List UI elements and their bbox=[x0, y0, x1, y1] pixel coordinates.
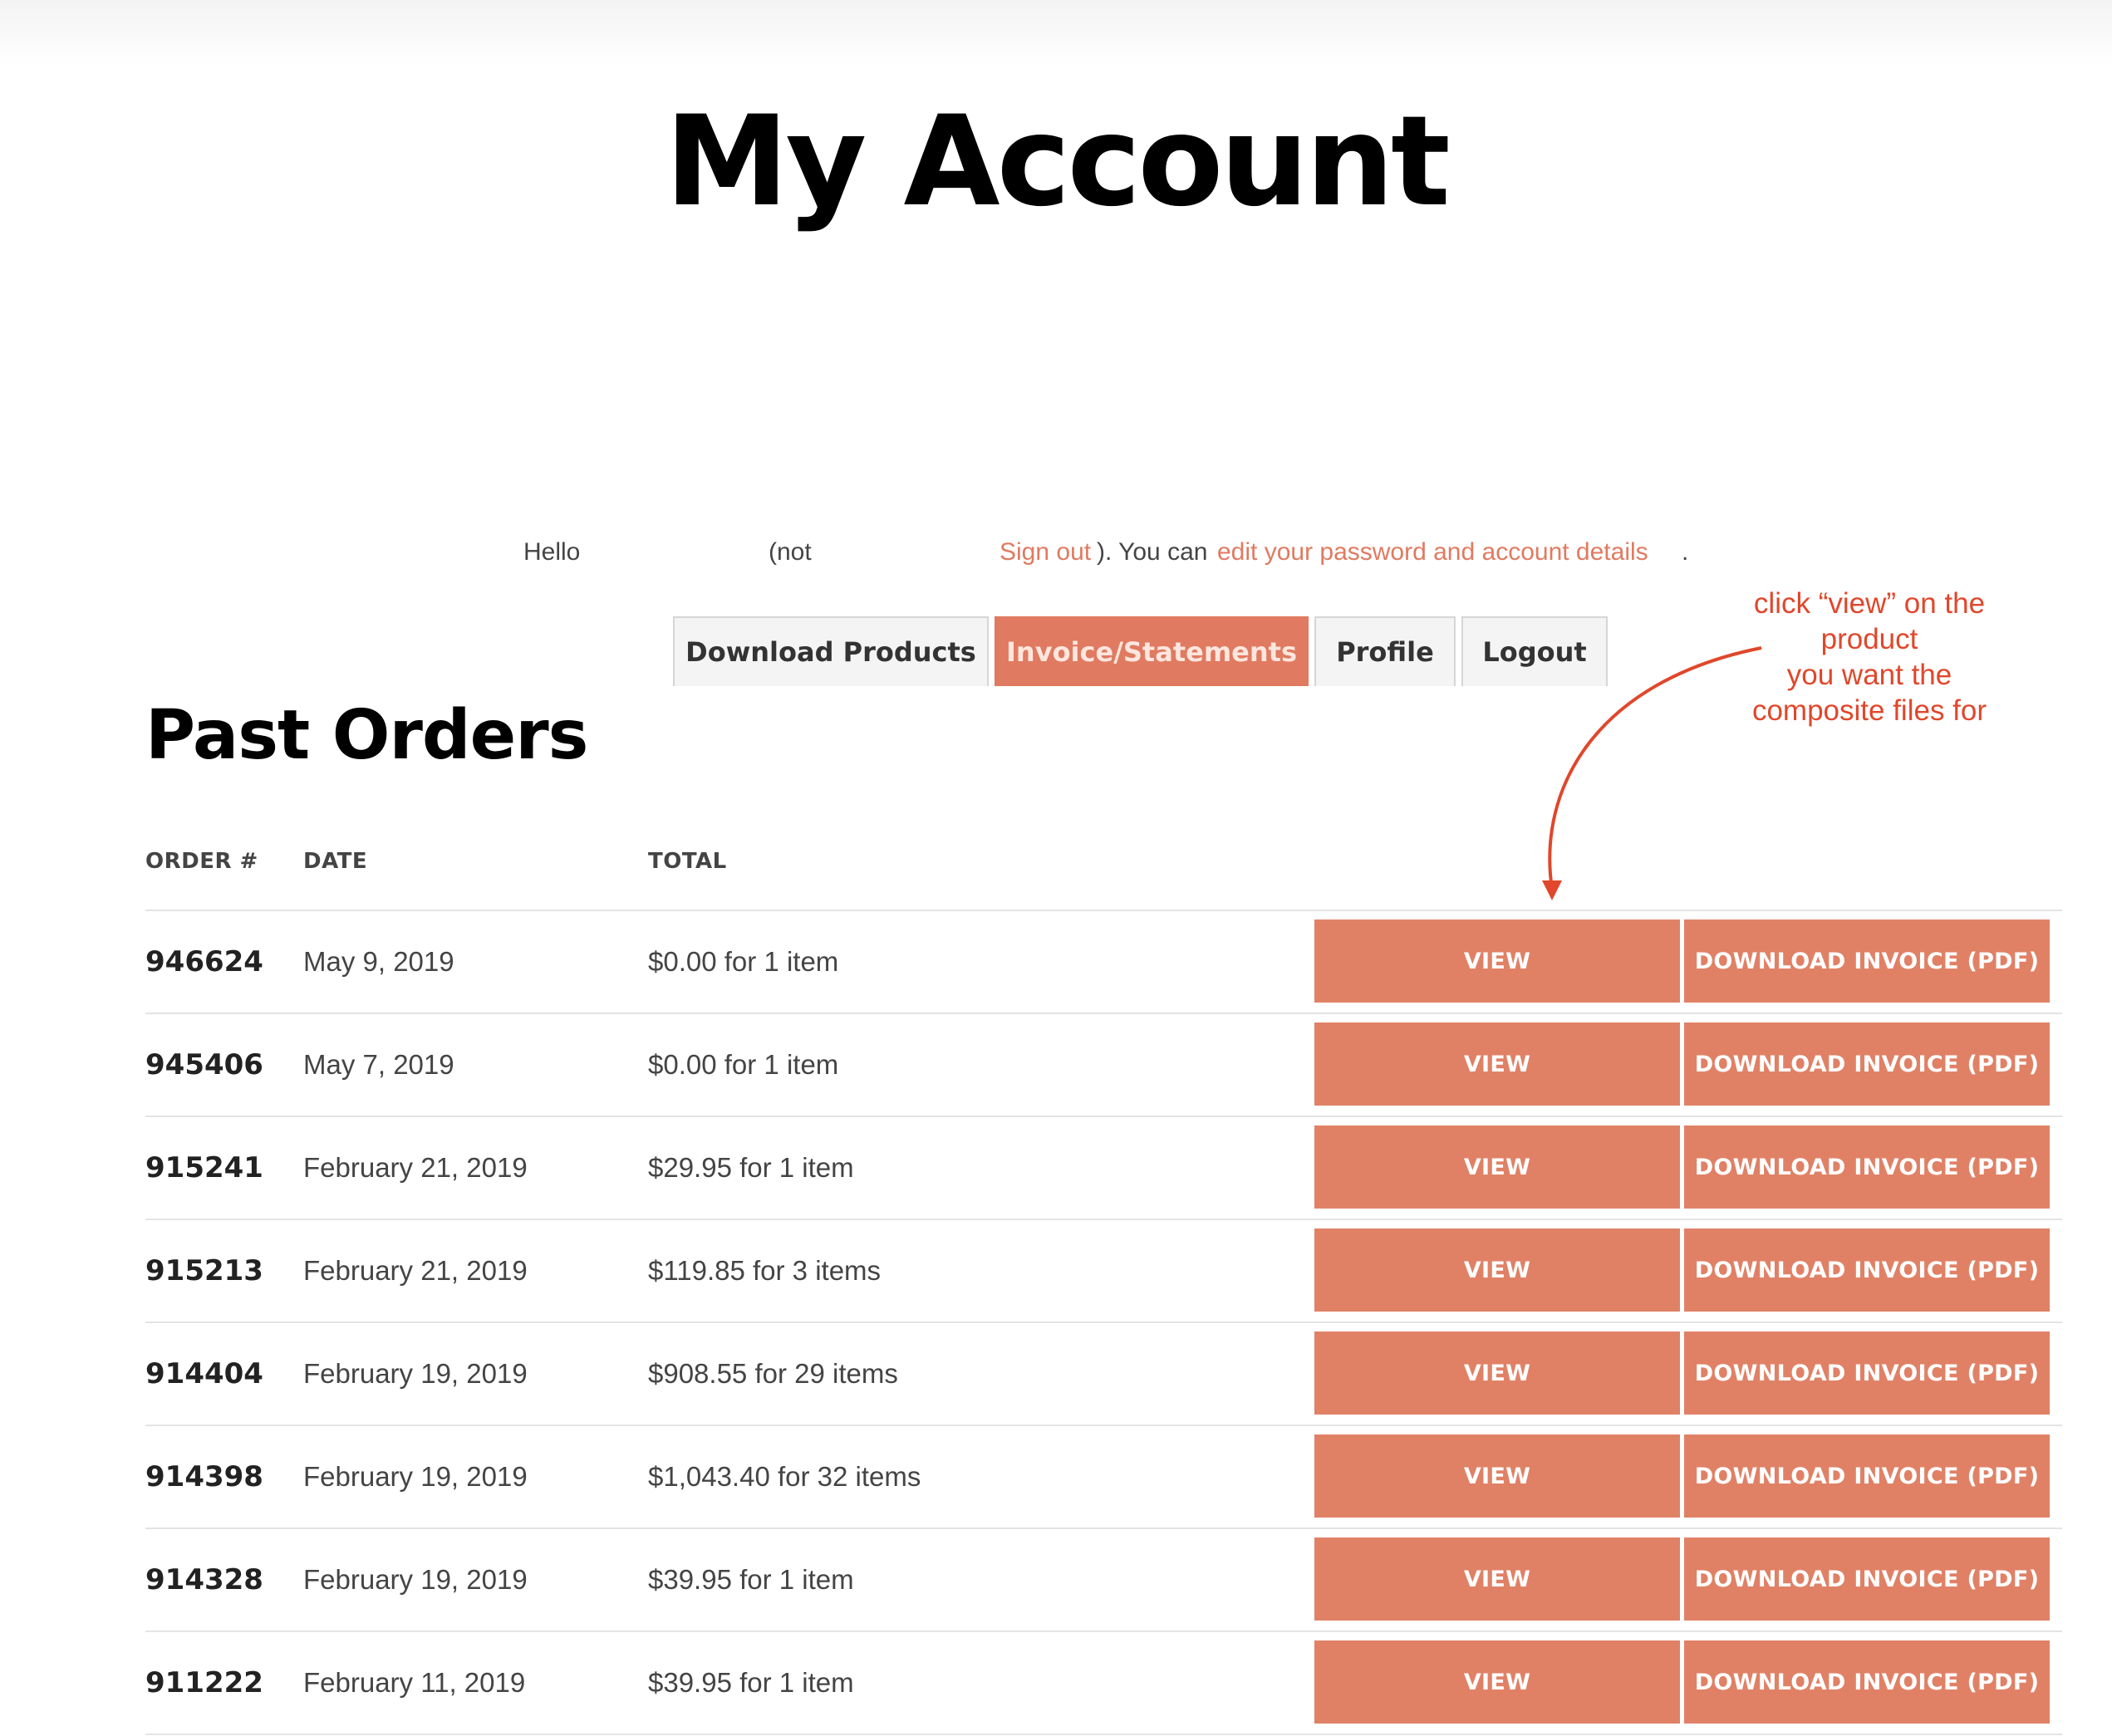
table-row: 915241 February 21, 2019 $29.95 for 1 it… bbox=[0, 1117, 2112, 1220]
download-invoice-button[interactable]: DOWNLOAD INVOICE (PDF) bbox=[1684, 1434, 2050, 1518]
table-row: 946624 May 9, 2019 $0.00 for 1 item VIEW… bbox=[0, 911, 2112, 1014]
col-header-order: ORDER # bbox=[145, 849, 258, 874]
col-header-date: DATE bbox=[303, 849, 368, 874]
sign-out-link[interactable]: Sign out bbox=[1000, 536, 1091, 569]
greeting-middle: ). You can bbox=[1097, 538, 1208, 566]
tab-logout[interactable]: Logout bbox=[1461, 616, 1608, 686]
top-bar bbox=[0, 0, 2112, 66]
view-button[interactable]: VIEW bbox=[1314, 1228, 1680, 1312]
order-number: 914328 bbox=[145, 1563, 263, 1596]
order-number: 915213 bbox=[145, 1254, 263, 1287]
annotation-line: you want the bbox=[1786, 659, 1952, 691]
download-invoice-button[interactable]: DOWNLOAD INVOICE (PDF) bbox=[1684, 1640, 2050, 1724]
edit-account-link[interactable]: edit your password and account details bbox=[1217, 536, 1648, 569]
order-total: $39.95 for 1 item bbox=[648, 1564, 854, 1595]
past-orders-heading: Past Orders bbox=[145, 696, 588, 775]
order-total: $29.95 for 1 item bbox=[648, 1152, 854, 1183]
order-number: 914398 bbox=[145, 1460, 263, 1493]
download-invoice-button[interactable]: DOWNLOAD INVOICE (PDF) bbox=[1684, 1228, 2050, 1312]
table-row: 945406 May 7, 2019 $0.00 for 1 item VIEW… bbox=[0, 1014, 2112, 1117]
view-button[interactable]: VIEW bbox=[1314, 1640, 1680, 1724]
order-total: $0.00 for 1 item bbox=[648, 1049, 839, 1080]
order-date: February 21, 2019 bbox=[303, 1255, 528, 1286]
download-invoice-button[interactable]: DOWNLOAD INVOICE (PDF) bbox=[1684, 1022, 2050, 1106]
table-row: 914398 February 19, 2019 $1,043.40 for 3… bbox=[0, 1426, 2112, 1529]
order-date: May 9, 2019 bbox=[303, 946, 454, 977]
order-date: February 19, 2019 bbox=[303, 1564, 528, 1595]
order-date: May 7, 2019 bbox=[303, 1049, 454, 1080]
view-button[interactable]: VIEW bbox=[1314, 1125, 1680, 1209]
annotation-note: click “view” on the product you want the… bbox=[1712, 586, 2027, 728]
annotation-line: product bbox=[1820, 623, 1918, 655]
order-total: $39.95 for 1 item bbox=[648, 1667, 854, 1698]
table-row: 914328 February 19, 2019 $39.95 for 1 it… bbox=[0, 1529, 2112, 1632]
annotation-line: click “view” on the bbox=[1753, 587, 1986, 620]
view-button[interactable]: VIEW bbox=[1314, 1331, 1680, 1415]
view-button[interactable]: VIEW bbox=[1314, 1537, 1680, 1621]
download-invoice-button[interactable]: DOWNLOAD INVOICE (PDF) bbox=[1684, 1125, 2050, 1209]
order-number: 946624 bbox=[145, 945, 263, 978]
tab-invoice-statements[interactable]: Invoice/Statements bbox=[995, 616, 1309, 686]
order-date: February 11, 2019 bbox=[303, 1667, 526, 1698]
table-row: 914404 February 19, 2019 $908.55 for 29 … bbox=[0, 1323, 2112, 1426]
order-total: $0.00 for 1 item bbox=[648, 946, 839, 977]
view-button[interactable]: VIEW bbox=[1314, 1022, 1680, 1106]
greeting-line: Hello (not Sign out ). You can edit your… bbox=[0, 536, 2112, 569]
order-number: 915241 bbox=[145, 1151, 263, 1184]
page-title: My Account bbox=[665, 90, 1451, 234]
download-invoice-button[interactable]: DOWNLOAD INVOICE (PDF) bbox=[1684, 919, 2050, 1003]
order-date: February 21, 2019 bbox=[303, 1152, 528, 1183]
greeting-end: . bbox=[1682, 538, 1689, 566]
order-total: $1,043.40 for 32 items bbox=[648, 1461, 921, 1492]
greeting-hello: Hello bbox=[523, 538, 581, 566]
order-date: February 19, 2019 bbox=[303, 1358, 528, 1389]
greeting-not: (not bbox=[769, 538, 812, 566]
tab-profile[interactable]: Profile bbox=[1314, 616, 1456, 686]
order-number: 914404 bbox=[145, 1357, 263, 1390]
order-total: $119.85 for 3 items bbox=[648, 1255, 882, 1286]
view-button[interactable]: VIEW bbox=[1314, 1434, 1680, 1518]
orders-table: 946624 May 9, 2019 $0.00 for 1 item VIEW… bbox=[0, 911, 2112, 1735]
download-invoice-button[interactable]: DOWNLOAD INVOICE (PDF) bbox=[1684, 1331, 2050, 1415]
col-header-total: TOTAL bbox=[648, 849, 727, 874]
table-row: 915213 February 21, 2019 $119.85 for 3 i… bbox=[0, 1220, 2112, 1323]
order-number: 911222 bbox=[145, 1666, 263, 1699]
table-row: 911222 February 11, 2019 $39.95 for 1 it… bbox=[0, 1632, 2112, 1735]
order-total: $908.55 for 29 items bbox=[648, 1358, 898, 1389]
view-button[interactable]: VIEW bbox=[1314, 919, 1680, 1003]
order-number: 945406 bbox=[145, 1048, 263, 1081]
annotation-line: composite files for bbox=[1751, 694, 1987, 727]
download-invoice-button[interactable]: DOWNLOAD INVOICE (PDF) bbox=[1684, 1537, 2050, 1621]
tab-download-products[interactable]: Download Products bbox=[673, 616, 989, 686]
order-date: February 19, 2019 bbox=[303, 1461, 528, 1492]
